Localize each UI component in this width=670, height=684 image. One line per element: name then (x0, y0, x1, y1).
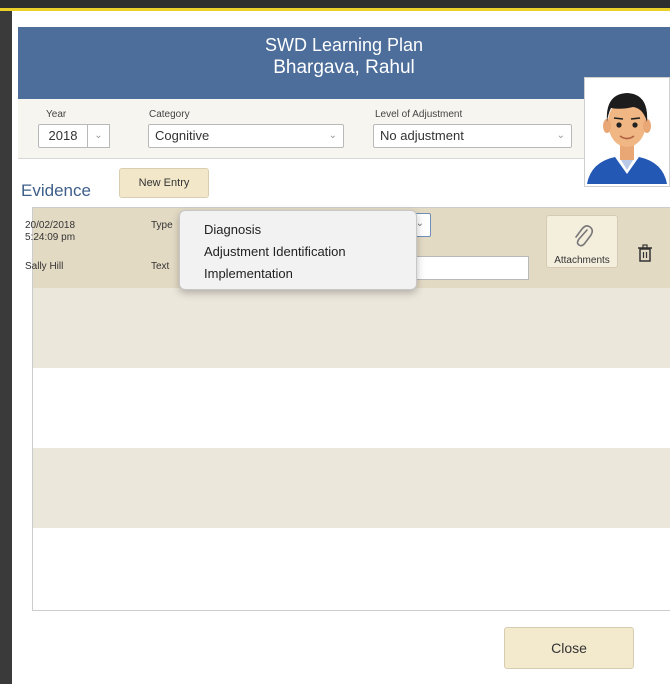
category-label: Category (149, 109, 190, 120)
entry-time: 5:24:09 pm (25, 232, 76, 243)
entry-timestamp: 20/02/2018 5:24:09 pm (25, 220, 75, 244)
student-name: Bhargava, Rahul (273, 57, 415, 78)
text-label: Text (151, 261, 170, 272)
top-bar (0, 0, 670, 8)
paperclip-icon (575, 225, 594, 247)
attachments-label: Attachments (554, 255, 610, 266)
type-dropdown-menu: Diagnosis Adjustment Identification Impl… (179, 210, 417, 290)
list-row (33, 448, 670, 528)
close-button[interactable]: Close (504, 627, 634, 669)
type-label: Type (151, 220, 173, 231)
header: SWD Learning Plan Bhargava, Rahul (18, 27, 670, 99)
evidence-section-label: Evidence (21, 181, 91, 200)
page-title: SWD Learning Plan (264, 35, 424, 55)
year-value[interactable]: 2018 (38, 124, 88, 148)
entry-author: Sally Hill (25, 261, 64, 272)
level-label: Level of Adjustment (375, 109, 463, 120)
level-value: No adjustment (380, 128, 464, 143)
chevron-down-icon: ⌄ (94, 130, 103, 141)
attachments-button[interactable]: Attachments (546, 215, 618, 268)
trash-icon[interactable] (637, 244, 653, 263)
level-of-adjustment-select[interactable]: No adjustment ⌄ (373, 124, 572, 148)
category-value: Cognitive (155, 128, 210, 143)
year-label: Year (46, 109, 67, 120)
new-entry-button[interactable]: New Entry (119, 168, 209, 198)
dropdown-option-adjustment-identification[interactable]: Adjustment Identification (180, 241, 416, 263)
list-row (33, 288, 670, 368)
chevron-down-icon: ⌄ (556, 130, 565, 141)
entry-date: 20/02/2018 (25, 220, 76, 231)
left-edge (0, 11, 12, 684)
dropdown-option-diagnosis[interactable]: Diagnosis (180, 219, 416, 241)
dropdown-option-implementation[interactable]: Implementation (180, 263, 416, 285)
category-select[interactable]: Cognitive ⌄ (148, 124, 344, 148)
filter-bar: Year 2018 ⌄ Category Cognitive ⌄ Level o… (18, 99, 670, 159)
year-stepper[interactable]: ⌄ (88, 124, 110, 148)
list-row (33, 368, 670, 448)
chevron-down-icon: ⌄ (328, 130, 337, 141)
student-avatar (584, 77, 670, 187)
list-row (33, 528, 670, 610)
